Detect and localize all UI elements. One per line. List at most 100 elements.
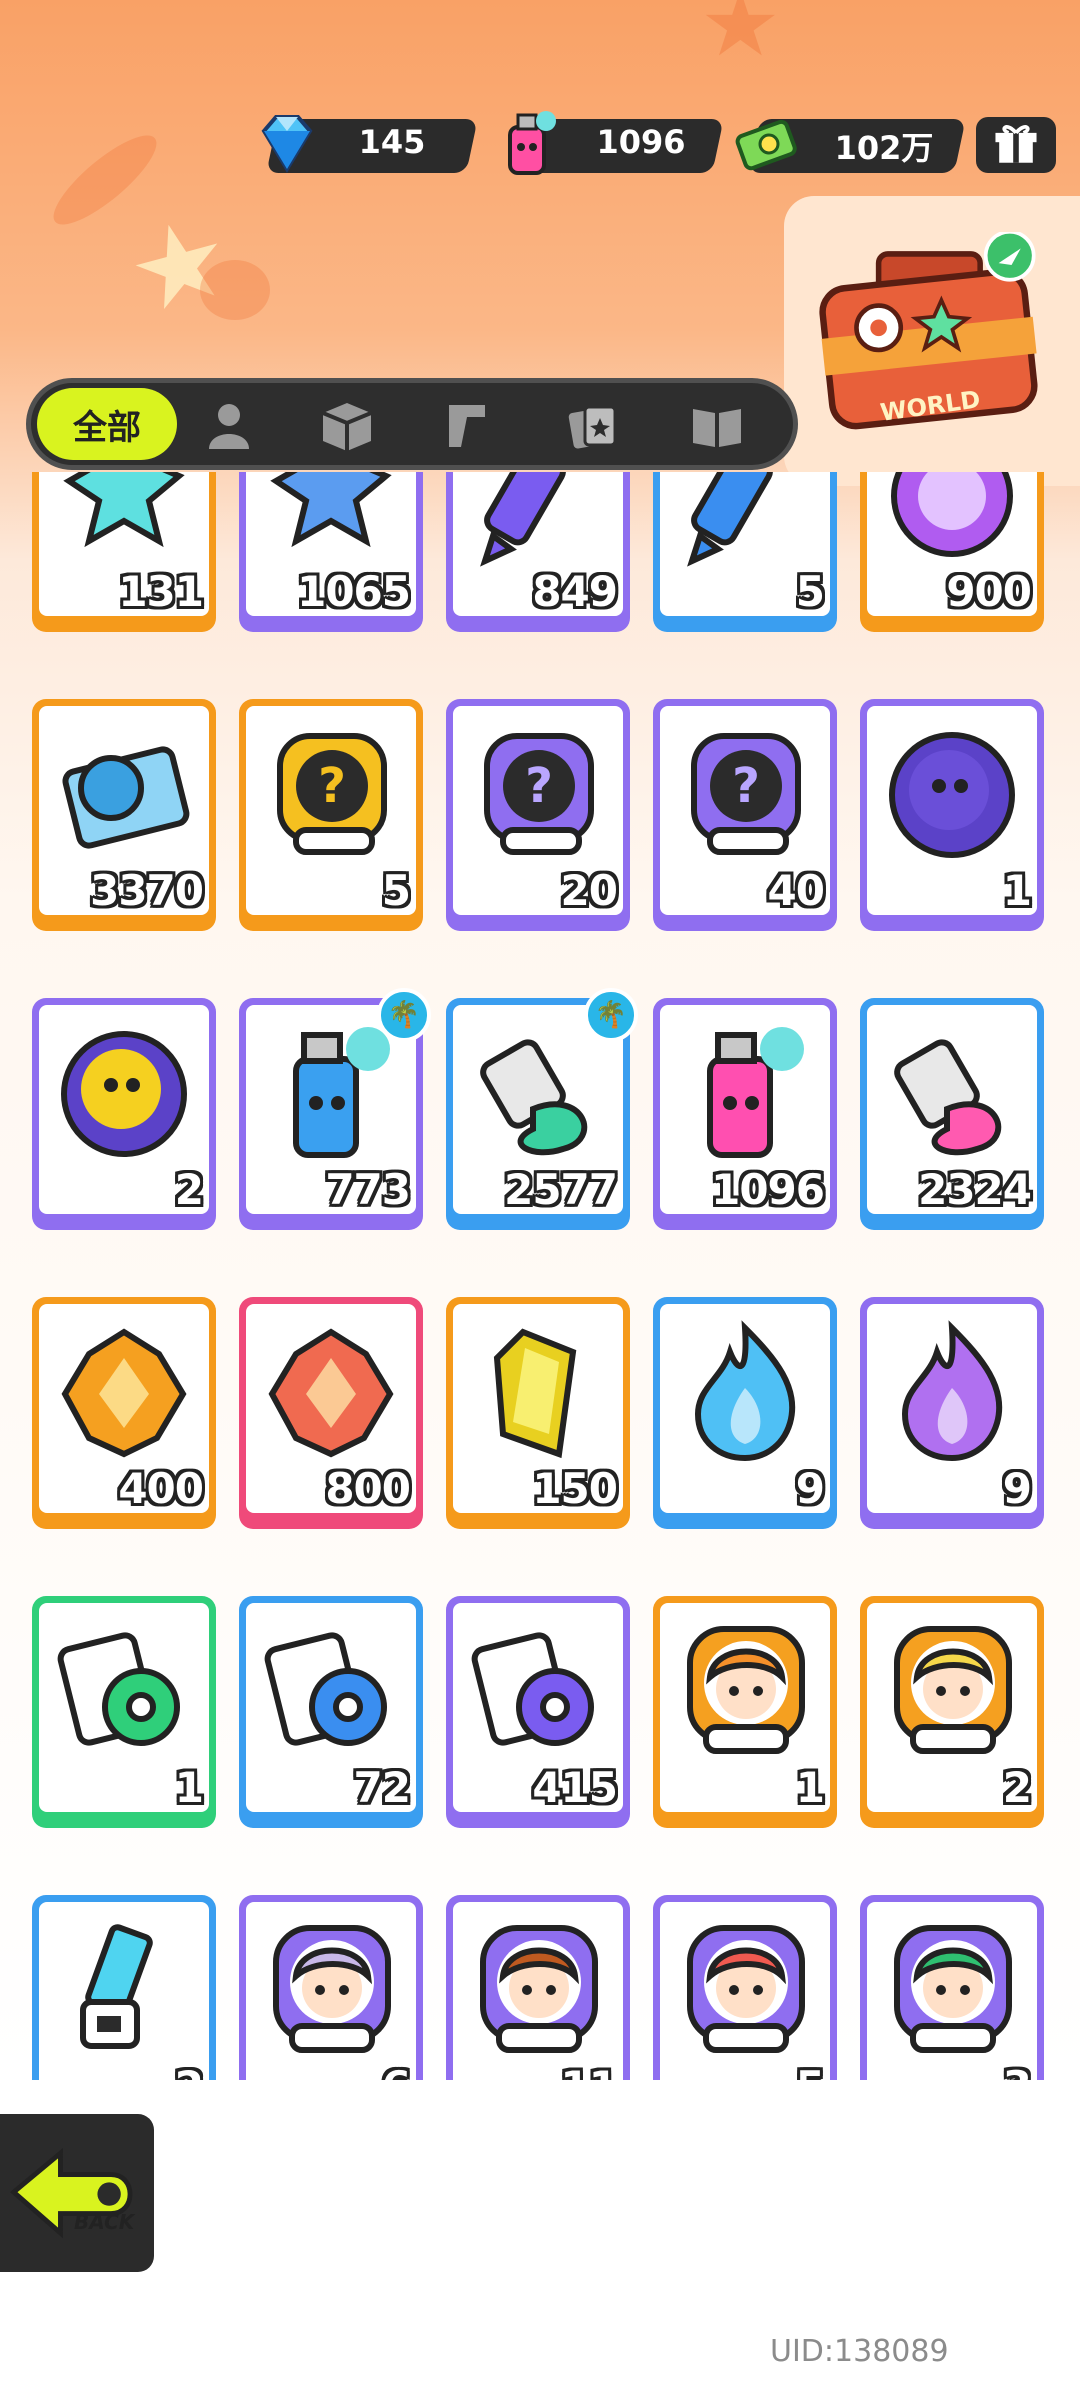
- inventory-item[interactable]: 9: [653, 1297, 837, 1529]
- palm-tree-tag-icon: 🌴: [584, 988, 638, 1042]
- tab-all[interactable]: 全部: [37, 388, 177, 460]
- purple-tape-icon: [463, 1617, 613, 1767]
- item-count: 150: [532, 1464, 618, 1513]
- purple-crayon-icon: [463, 472, 613, 571]
- orange-crystal-icon: [49, 1318, 199, 1468]
- item-count: 1: [795, 1763, 825, 1812]
- inventory-item[interactable]: 1: [860, 699, 1044, 931]
- decor-blob: [200, 260, 270, 320]
- inventory-item-body: 150: [453, 1304, 623, 1513]
- inventory-item[interactable]: 2: [32, 1895, 216, 2080]
- inventory-item[interactable]: 131: [32, 472, 216, 632]
- blue-tape-icon: [256, 1617, 406, 1767]
- inventory-item[interactable]: 773 🌴: [239, 988, 431, 1230]
- spray-gun-icon[interactable]: [439, 401, 495, 451]
- world-badge-panel[interactable]: WORLD: [784, 196, 1080, 486]
- inventory-item-body: 72: [246, 1603, 416, 1812]
- currency-cash[interactable]: 102万: [734, 115, 966, 173]
- deity-avatar-blonde-icon: [877, 1617, 1027, 1767]
- cyan-splash-icon: [49, 472, 199, 571]
- box-icon[interactable]: [319, 401, 375, 451]
- inventory-item[interactable]: 800: [239, 1297, 423, 1529]
- item-count: 131: [118, 567, 204, 616]
- red-crystal-icon: [256, 1318, 406, 1468]
- inventory-item-body: 2: [39, 1902, 209, 2080]
- item-count: 1096: [711, 1165, 825, 1214]
- inventory-item[interactable]: 72: [239, 1596, 423, 1828]
- inventory-item[interactable]: 400: [32, 1297, 216, 1529]
- user-id: UID:138089: [770, 2334, 949, 2369]
- book-icon[interactable]: [689, 401, 745, 451]
- item-count: 1065: [297, 567, 411, 616]
- back-button[interactable]: BACK: [0, 2108, 160, 2278]
- diamond-count: 145: [358, 123, 426, 161]
- usb-key-icon: [49, 1916, 199, 2066]
- svg-text:?: ?: [732, 758, 760, 814]
- blue-flame-icon: [670, 1318, 820, 1468]
- blue-spray-can-icon: [256, 1019, 406, 1169]
- inventory-item-body: ? 20: [453, 706, 623, 915]
- inventory-item[interactable]: 3370: [32, 699, 216, 931]
- inventory-item[interactable]: 900: [860, 472, 1044, 632]
- inventory-item-body: 11: [453, 1902, 623, 2080]
- back-label: BACK: [74, 2210, 135, 2234]
- inventory-item[interactable]: 2577 🌴: [446, 988, 638, 1230]
- person-icon[interactable]: [201, 401, 257, 451]
- blue-star-splash-icon: [256, 472, 406, 571]
- item-count: 5: [381, 866, 411, 915]
- card-stack-icon[interactable]: [565, 401, 621, 451]
- inventory-item-body: 1: [660, 1603, 830, 1812]
- inventory-item-body: 400: [39, 1304, 209, 1513]
- yellow-gem-icon: [463, 1318, 613, 1468]
- season-ticket-icon: [49, 720, 199, 870]
- inventory-item[interactable]: 150: [446, 1297, 630, 1529]
- decor-star: ★: [700, 0, 781, 77]
- inventory-item-body: 900: [867, 472, 1037, 616]
- item-count: 6: [382, 2062, 411, 2080]
- pink-spray-can-icon: [670, 1019, 820, 1169]
- inventory-item[interactable]: 2: [32, 998, 216, 1230]
- item-count: 415: [532, 1763, 618, 1812]
- purple-flame-icon: [877, 1318, 1027, 1468]
- inventory-item-body: 3: [867, 1902, 1037, 2080]
- inventory-item-body: 2324: [867, 1005, 1037, 1214]
- inventory-item[interactable]: 11: [446, 1895, 630, 2080]
- inventory-item[interactable]: 9: [860, 1297, 1044, 1529]
- inventory-item-body: 6: [246, 1902, 416, 2080]
- item-count: 400: [118, 1464, 204, 1513]
- inventory-item[interactable]: 1096: [653, 998, 837, 1230]
- item-count: 11: [561, 2062, 618, 2080]
- item-count: 773: [325, 1165, 411, 1214]
- diamond-icon: [261, 115, 313, 173]
- deity-avatar-orange-icon: [670, 1617, 820, 1767]
- inventory-item[interactable]: 1: [32, 1596, 216, 1828]
- currency-diamond[interactable]: 145: [252, 115, 478, 173]
- inventory-item[interactable]: 3: [860, 1895, 1044, 2080]
- inventory-item[interactable]: 1: [653, 1596, 837, 1828]
- inventory-item[interactable]: 415: [446, 1596, 630, 1828]
- spray-can-icon: [508, 111, 556, 175]
- currency-spray-can[interactable]: 1096: [494, 111, 724, 175]
- inventory-item[interactable]: ? 40: [653, 699, 837, 931]
- inventory-item[interactable]: 6: [239, 1895, 423, 2080]
- inventory-item[interactable]: 849: [446, 472, 630, 632]
- item-count: 3370: [90, 866, 204, 915]
- cash-count: 102万: [834, 129, 934, 167]
- category-tab-bar: 全部: [26, 378, 798, 470]
- travel-card-mystery-icon: ?: [670, 720, 820, 870]
- purple-mpets-capsule-icon: [877, 720, 1027, 870]
- inventory-item[interactable]: ? 20: [446, 699, 630, 931]
- inventory-item[interactable]: 2: [860, 1596, 1044, 1828]
- inventory-item[interactable]: 5: [653, 1895, 837, 2080]
- inventory-item[interactable]: ? 5: [239, 699, 423, 931]
- item-count: 40: [767, 866, 825, 915]
- deity-avatar-brown-icon: [463, 1916, 613, 2066]
- inventory-item[interactable]: 5: [653, 472, 837, 632]
- shop-button[interactable]: [976, 117, 1056, 173]
- yellow-mpets-capsule-icon: [49, 1019, 199, 1169]
- inventory-item[interactable]: 2324: [860, 998, 1044, 1230]
- svg-text:?: ?: [525, 758, 553, 814]
- item-count: 1: [174, 1763, 204, 1812]
- inventory-item[interactable]: 1065: [239, 472, 423, 632]
- spray-can-count: 1096: [596, 123, 686, 161]
